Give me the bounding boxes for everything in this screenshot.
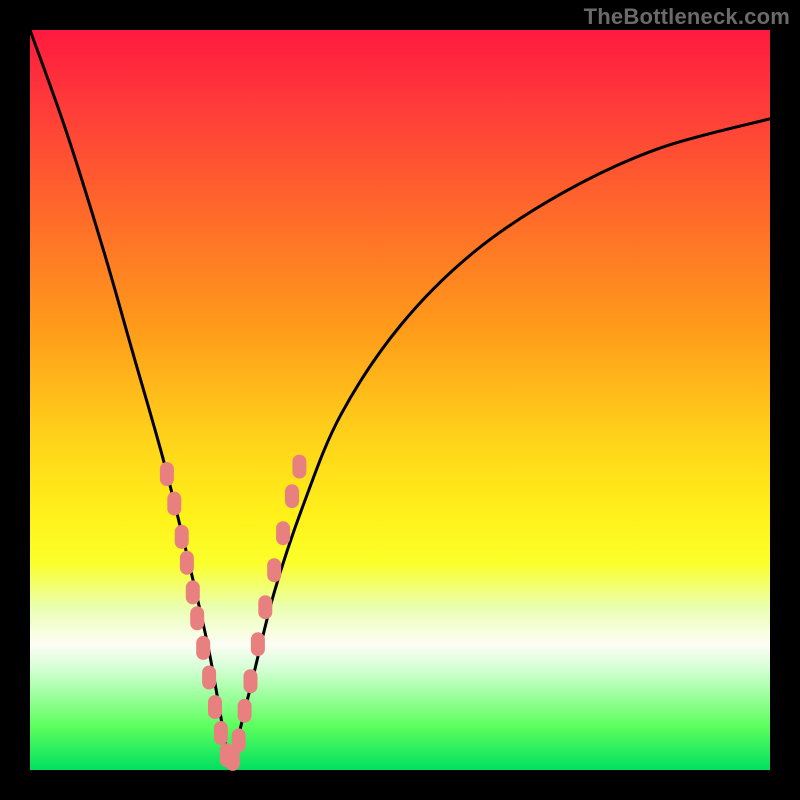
watermark-text: TheBottleneck.com	[584, 4, 790, 30]
curve-marker	[244, 669, 258, 693]
bottleneck-curve	[30, 30, 770, 763]
curve-marker	[180, 551, 194, 575]
chart-frame: TheBottleneck.com	[0, 0, 800, 800]
curve-marker	[175, 525, 189, 549]
curve-marker	[267, 558, 281, 582]
curve-marker	[292, 455, 306, 479]
curve-marker	[196, 636, 210, 660]
curve-marker	[202, 666, 216, 690]
marker-group	[160, 455, 307, 771]
curve-marker	[214, 721, 228, 745]
curve-marker	[238, 699, 252, 723]
curve-marker	[190, 606, 204, 630]
plot-area	[30, 30, 770, 770]
curve-layer	[30, 30, 770, 770]
curve-marker	[232, 728, 246, 752]
curve-marker	[186, 580, 200, 604]
curve-marker	[258, 595, 272, 619]
curve-marker	[251, 632, 265, 656]
curve-marker	[160, 462, 174, 486]
curve-marker	[208, 695, 222, 719]
curve-marker	[167, 492, 181, 516]
curve-marker	[276, 521, 290, 545]
curve-marker	[285, 484, 299, 508]
